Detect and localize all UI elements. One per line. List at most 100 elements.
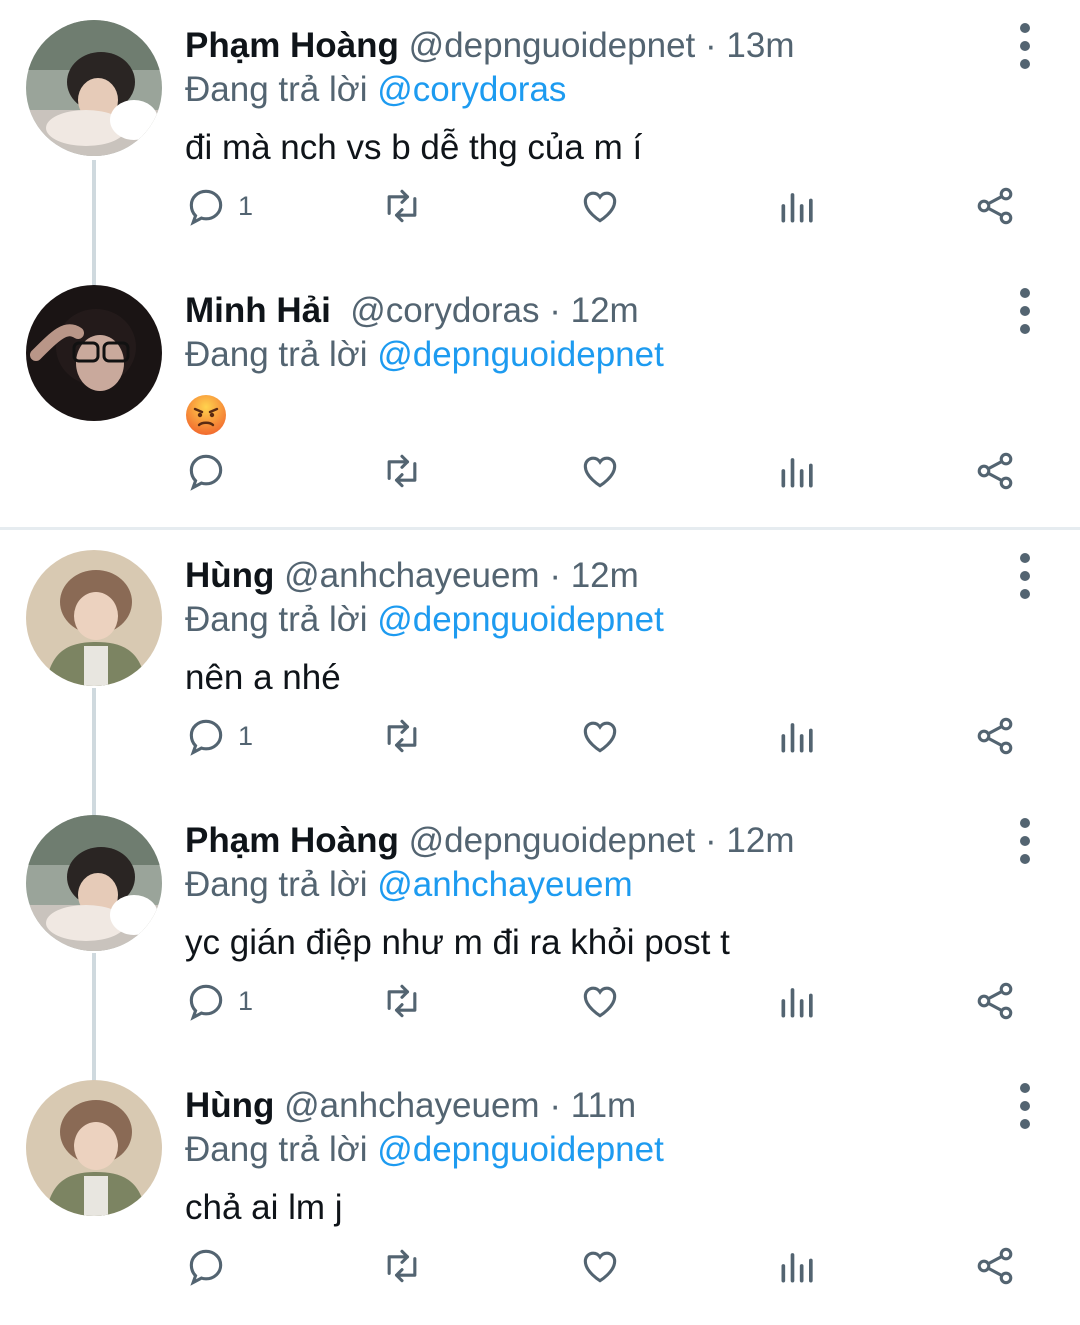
timestamp[interactable]: 12m	[571, 291, 639, 330]
tweet-text: chả ai lm j	[185, 1188, 343, 1227]
reply-icon	[189, 984, 223, 1021]
share-icon	[977, 982, 1013, 1020]
display-name[interactable]: Hùng	[185, 1086, 274, 1125]
action-bar: 1	[0, 706, 1080, 766]
heart-icon	[583, 191, 617, 223]
reply-mention-link[interactable]: @depnguoidepnet	[377, 600, 664, 639]
reply-mention-link[interactable]: @depnguoidepnet	[377, 1130, 664, 1169]
avatar-image	[26, 285, 162, 421]
share-button[interactable]	[973, 971, 1017, 1031]
reply-icon	[189, 189, 223, 226]
avatar[interactable]	[26, 1080, 162, 1216]
timestamp[interactable]: 13m	[726, 26, 794, 65]
avatar-image	[26, 20, 162, 156]
retweet-button[interactable]	[380, 176, 424, 236]
reply-button[interactable]: 1	[184, 706, 253, 766]
avatar-image	[26, 550, 162, 686]
like-button[interactable]	[578, 971, 622, 1031]
views-button[interactable]	[776, 441, 820, 501]
display-name[interactable]: Hùng	[185, 556, 274, 595]
separator-dot: ·	[549, 1086, 561, 1125]
reply-icon	[189, 719, 223, 756]
reply-context: Đang trả lời @depnguoidepnet	[185, 333, 664, 377]
share-button[interactable]	[973, 441, 1017, 501]
avatar-image	[26, 1080, 162, 1216]
retweet-button[interactable]	[380, 1236, 424, 1296]
share-button[interactable]	[973, 706, 1017, 766]
user-handle[interactable]: @depnguoidepnet	[409, 821, 696, 860]
reply-button[interactable]	[184, 1236, 238, 1296]
share-icon	[977, 717, 1013, 755]
action-bar	[0, 441, 1080, 501]
avatar[interactable]	[26, 550, 162, 686]
display-name[interactable]: Phạm Hoàng	[185, 26, 399, 65]
reply-prefix: Đang trả lời	[185, 1130, 368, 1169]
avatar[interactable]	[26, 20, 162, 156]
tweet[interactable]: Phạm Hoàng @depnguoidepnet · 13m Đang tr…	[0, 0, 1080, 265]
views-button[interactable]	[776, 1236, 820, 1296]
more-vertical-icon[interactable]	[1005, 285, 1045, 337]
tweet[interactable]: Hùng @anhchayeuem · 12m Đang trả lời @de…	[0, 530, 1080, 795]
share-button[interactable]	[973, 1236, 1017, 1296]
tweet[interactable]: Minh Hải @corydoras · 12m Đang trả lời @…	[0, 265, 1080, 530]
retweet-button[interactable]	[380, 706, 424, 766]
tweet[interactable]: Phạm Hoàng @depnguoidepnet · 12m Đang tr…	[0, 795, 1080, 1060]
more-vertical-icon[interactable]	[1005, 550, 1045, 602]
like-button[interactable]	[578, 706, 622, 766]
reply-mention-link[interactable]: @depnguoidepnet	[377, 335, 664, 374]
reply-button[interactable]: 1	[184, 971, 253, 1031]
user-handle[interactable]: @anhchayeuem	[284, 1086, 539, 1125]
display-name[interactable]: Phạm Hoàng	[185, 821, 399, 860]
views-button[interactable]	[776, 971, 820, 1031]
tweet[interactable]: Hùng @anhchayeuem · 11m Đang trả lời @de…	[0, 1060, 1080, 1325]
retweet-button[interactable]	[380, 441, 424, 501]
action-bar: 1	[0, 971, 1080, 1031]
heart-icon	[583, 986, 617, 1018]
user-handle[interactable]: @depnguoidepnet	[409, 26, 696, 65]
retweet-icon	[387, 454, 417, 488]
more-vertical-icon[interactable]	[1005, 1080, 1045, 1132]
reply-count: 1	[238, 720, 254, 751]
retweet-button[interactable]	[380, 971, 424, 1031]
angry-face-emoji-icon	[186, 395, 226, 435]
reply-button[interactable]	[184, 441, 238, 501]
action-bar	[0, 1236, 1080, 1296]
reply-context: Đang trả lời @anhchayeuem	[185, 863, 633, 907]
tweet-header: Hùng @anhchayeuem · 12m	[185, 554, 639, 598]
reply-mention-link[interactable]: @anhchayeuem	[377, 865, 632, 904]
reply-button[interactable]: 1	[184, 176, 253, 236]
user-handle[interactable]: @anhchayeuem	[284, 556, 539, 595]
timestamp[interactable]: 12m	[726, 821, 794, 860]
heart-icon	[583, 1251, 617, 1283]
avatar[interactable]	[26, 285, 162, 421]
timestamp[interactable]: 12m	[571, 556, 639, 595]
action-bar: 1	[0, 176, 1080, 236]
reply-mention-link[interactable]: @corydoras	[377, 70, 566, 109]
retweet-icon	[387, 189, 417, 223]
display-name[interactable]: Minh Hải	[185, 291, 331, 330]
tweet-text: 😡	[185, 394, 227, 436]
share-icon	[977, 187, 1013, 225]
tweet-header: Phạm Hoàng @depnguoidepnet · 12m	[185, 819, 795, 863]
timestamp[interactable]: 11m	[571, 1086, 637, 1125]
reply-context: Đang trả lời @depnguoidepnet	[185, 1128, 664, 1172]
more-vertical-icon[interactable]	[1005, 20, 1045, 72]
like-button[interactable]	[578, 176, 622, 236]
tweet-text: nên a nhé	[185, 658, 341, 697]
heart-icon	[583, 456, 617, 488]
reply-prefix: Đang trả lời	[185, 600, 368, 639]
share-button[interactable]	[973, 176, 1017, 236]
like-button[interactable]	[578, 1236, 622, 1296]
avatar-image	[26, 815, 162, 951]
more-vertical-icon[interactable]	[1005, 815, 1045, 867]
reply-context: Đang trả lời @corydoras	[185, 68, 566, 112]
user-handle[interactable]: @corydoras	[350, 291, 539, 330]
avatar[interactable]	[26, 815, 162, 951]
like-button[interactable]	[578, 441, 622, 501]
tweet-header: Phạm Hoàng @depnguoidepnet · 13m	[185, 24, 795, 68]
views-icon	[781, 193, 813, 223]
views-button[interactable]	[776, 176, 820, 236]
reply-context: Đang trả lời @depnguoidepnet	[185, 598, 664, 642]
views-button[interactable]	[776, 706, 820, 766]
views-icon	[781, 988, 813, 1018]
